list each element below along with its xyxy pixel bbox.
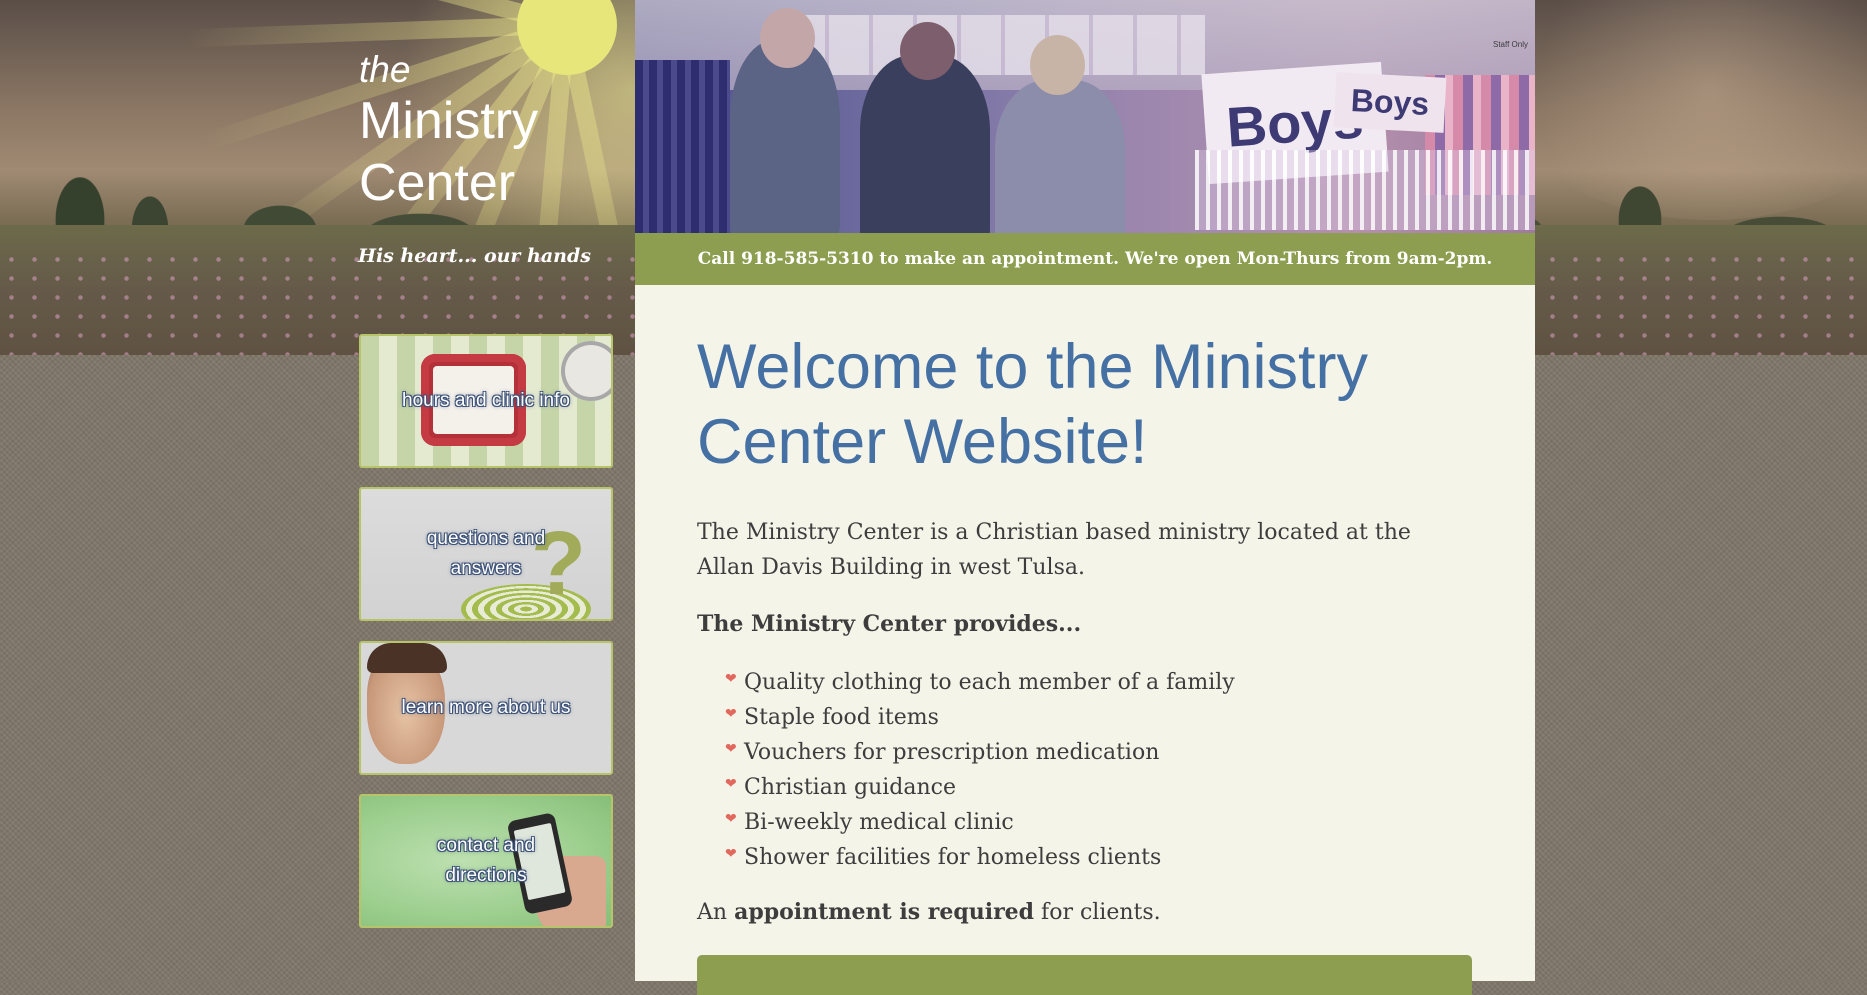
- list-item-text: Christian guidance: [744, 775, 956, 800]
- main-content: Welcome to the Ministry Center Website! …: [635, 285, 1535, 995]
- list-item: ❤ Quality clothing to each member of a fa…: [697, 665, 1235, 700]
- sidebar-item-label: questions and answers: [426, 528, 546, 579]
- page-title: Welcome to the Ministry Center Website!: [697, 332, 1369, 477]
- boys-sign-small: Boys: [1333, 72, 1447, 133]
- shopper: [995, 80, 1125, 233]
- heart-icon: ❤: [725, 741, 737, 757]
- list-item-text: Staple food items: [744, 705, 939, 730]
- sidebar-item-hours[interactable]: hours and clinic info: [359, 334, 613, 468]
- shopper-head: [1030, 35, 1085, 95]
- shopper: [860, 55, 990, 233]
- store-shelf: [785, 15, 1205, 75]
- shopper-head: [900, 22, 955, 80]
- info-bar: Call 918-585-5310 to make an appointment…: [635, 233, 1535, 285]
- appointment-suffix: for clients.: [1034, 900, 1161, 925]
- brand-name: Ministry Center: [359, 92, 539, 212]
- staff-only-sign: Staff Only: [1493, 40, 1528, 49]
- sidebar-item-contact[interactable]: contact and directions: [359, 794, 613, 928]
- sidebar-item-faq[interactable]: ? questions and answers: [359, 487, 613, 621]
- list-item-text: Quality clothing to each member of a fam…: [744, 670, 1235, 695]
- header-photo: Boys Boys Staff Only: [635, 0, 1535, 233]
- heart-icon: ❤: [725, 671, 737, 687]
- heart-icon: ❤: [725, 846, 737, 862]
- heart-icon: ❤: [725, 706, 737, 722]
- list-item: ❤ Vouchers for prescription medication: [697, 735, 1235, 770]
- list-item-text: Vouchers for prescription medication: [744, 740, 1160, 765]
- heart-icon: ❤: [725, 776, 737, 792]
- list-item: ❤ Shower facilities for homeless clients: [697, 840, 1235, 875]
- intro-paragraph: The Ministry Center is a Christian based…: [697, 520, 1411, 580]
- clothing-racks: [635, 60, 730, 233]
- list-item-text: Bi-weekly medical clinic: [744, 810, 1014, 835]
- provides-list: ❤ Quality clothing to each member of a fa…: [697, 665, 1235, 875]
- shopper-head: [760, 8, 815, 68]
- site-tagline: His heart... our hands: [358, 245, 591, 267]
- site-logo[interactable]: the Ministry Center: [359, 50, 599, 214]
- appointment-banner-button[interactable]: [697, 955, 1472, 995]
- sidebar-item-label: contact and directions: [436, 835, 536, 886]
- sidebar-item-label: learn more about us: [401, 697, 571, 718]
- hangers: [1195, 150, 1535, 230]
- list-item: ❤ Christian guidance: [697, 770, 1235, 805]
- list-item-text: Shower facilities for homeless clients: [744, 845, 1162, 870]
- sidebar-item-about[interactable]: learn more about us: [359, 641, 613, 775]
- appointment-emphasis: appointment is required: [734, 899, 1035, 925]
- list-item: ❤ Staple food items: [697, 700, 1235, 735]
- appointment-note: An appointment is required for clients.: [697, 895, 1457, 930]
- shopper: [730, 40, 840, 233]
- heart-icon: ❤: [725, 811, 737, 827]
- list-item: ❤ Bi-weekly medical clinic: [697, 805, 1235, 840]
- appointment-prefix: An: [697, 900, 735, 925]
- brand-the: the: [359, 49, 411, 90]
- sidebar-item-label: hours and clinic info: [402, 390, 570, 411]
- provides-heading: The Ministry Center provides...: [697, 611, 1082, 637]
